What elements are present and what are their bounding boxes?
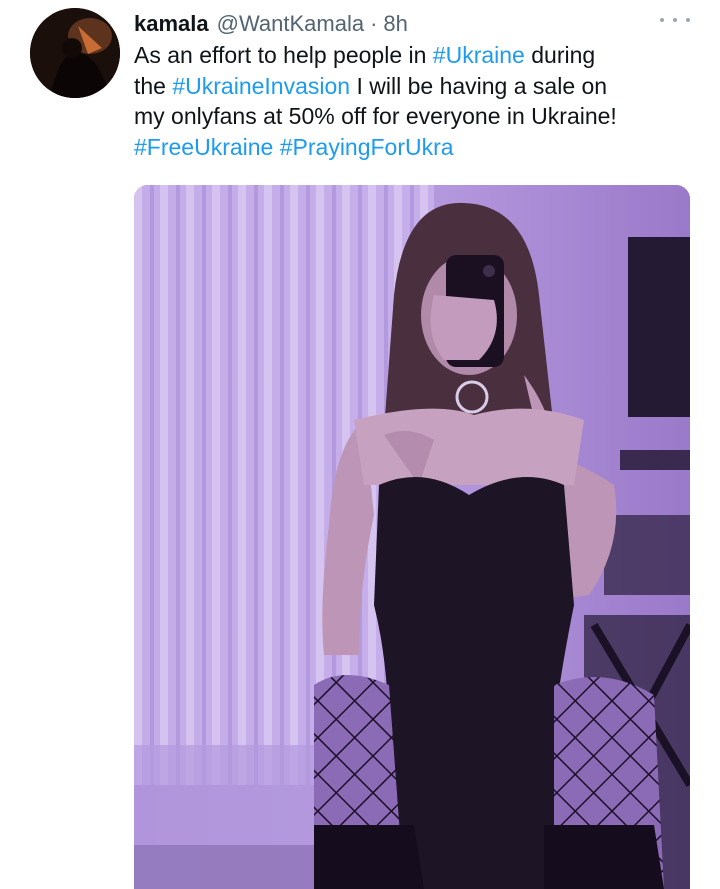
tweet-text-line-4: #FreeUkraine #PrayingForUkra bbox=[134, 132, 714, 163]
tweet-header: kamala @WantKamala · 8h bbox=[134, 8, 408, 40]
hashtag-ukraine-invasion[interactable]: #UkraineInvasion bbox=[172, 73, 350, 99]
photo-image bbox=[134, 185, 690, 889]
tweet-text: As an effort to help people in #Ukraine … bbox=[134, 40, 714, 162]
text-segment: the bbox=[134, 72, 173, 99]
text-segment: I will be having a sale on bbox=[350, 72, 608, 99]
hashtag-praying-for-ukraine[interactable]: #PrayingForUkra bbox=[280, 134, 454, 160]
separator-dot: · bbox=[370, 11, 378, 36]
tweet-text-line-3: my onlyfans at 50% off for everyone in U… bbox=[134, 103, 617, 129]
user-handle[interactable]: @WantKamala bbox=[217, 8, 364, 40]
hashtag-ukraine[interactable]: #Ukraine bbox=[433, 42, 525, 68]
avatar-photo bbox=[30, 8, 120, 98]
display-name[interactable]: kamala bbox=[134, 8, 209, 40]
avatar[interactable] bbox=[30, 8, 120, 98]
tweet-text-line-1: As an effort to help people in #Ukraine … bbox=[134, 40, 714, 71]
text-segment: during bbox=[524, 42, 596, 68]
tweet-media-photo[interactable] bbox=[134, 185, 690, 889]
tweet-text-line-2: the #UkraineInvasion I will be having a … bbox=[134, 71, 714, 102]
timestamp[interactable]: 8h bbox=[383, 8, 407, 40]
tweet[interactable]: kamala @WantKamala · 8h As an effort to … bbox=[0, 0, 720, 889]
text-segment: As an effort to help people in bbox=[134, 42, 433, 68]
more-options-icon[interactable] bbox=[660, 10, 690, 30]
hashtag-free-ukraine[interactable]: #FreeUkraine bbox=[134, 134, 273, 160]
